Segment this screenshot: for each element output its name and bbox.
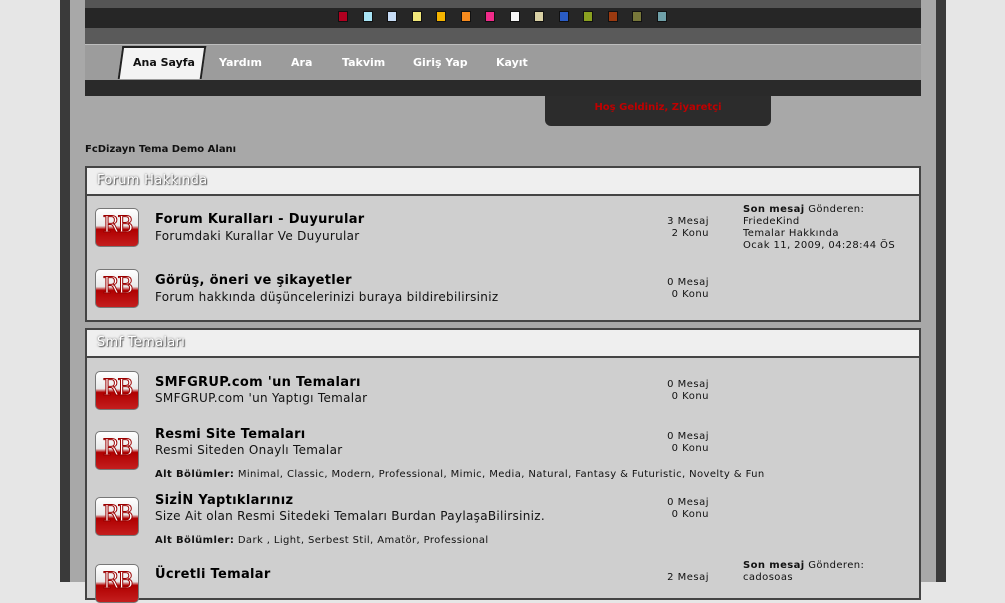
board-stats: 0 Mesaj 0 Konu <box>647 431 709 455</box>
last-post-author[interactable]: FriedeKind <box>743 216 895 228</box>
category-title[interactable]: Smf Temaları <box>97 335 185 350</box>
board-name[interactable]: Görüş, öneri ve şikayetler <box>155 273 352 288</box>
last-post-date: Ocak 11, 2009, 04:28:44 ÖS <box>743 240 896 251</box>
theme-swatch[interactable] <box>534 11 544 22</box>
child-boards: Alt Bölümler: Dark , Light, Serbest Stil… <box>155 535 489 546</box>
theme-swatch[interactable] <box>583 11 593 22</box>
theme-swatch[interactable] <box>509 11 520 22</box>
theme-swatch[interactable] <box>607 11 618 22</box>
board-description: Size Ait olan Resmi Sitedeki Temaları Bu… <box>155 509 545 523</box>
last-post-by: Gönderen: <box>808 560 865 571</box>
board-name[interactable]: Resmi Site Temaları <box>155 427 306 442</box>
theme-swatch[interactable] <box>338 11 348 22</box>
board-description: Forum hakkında düşüncelerinizi buraya bi… <box>155 290 499 304</box>
board-rb-icon[interactable]: RB <box>95 431 139 470</box>
theme-swatch[interactable] <box>436 11 446 22</box>
category-boards: RB Forum Kuralları - Duyurular Forumdaki… <box>85 194 921 322</box>
board-name[interactable]: SizİN Yaptıklarınız <box>155 493 293 508</box>
child-boards-list[interactable]: Minimal, Classic, Modern, Professional, … <box>238 469 765 480</box>
board-stats: 0 Mesaj 0 Konu <box>647 497 709 521</box>
theme-swatch[interactable] <box>485 11 495 22</box>
post-count: 3 Mesaj <box>667 216 709 227</box>
top-strip <box>85 0 921 8</box>
theme-swatch[interactable] <box>411 11 422 22</box>
board-stats: 3 Mesaj 2 Konu <box>647 216 709 240</box>
board-description: SMFGRUP.com 'un Yaptıgı Temalar <box>155 391 368 405</box>
board-rb-icon[interactable]: RB <box>95 269 139 308</box>
nav-underbar <box>85 80 921 96</box>
last-post-by: Gönderen: <box>808 204 865 215</box>
board-rb-icon[interactable]: RB <box>95 371 139 410</box>
board-name[interactable]: SMFGRUP.com 'un Temaları <box>155 375 361 390</box>
nav-help[interactable]: Yardım <box>219 56 262 69</box>
board-description: Forumdaki Kurallar Ve Duyurular <box>155 229 360 243</box>
theme-swatch[interactable] <box>558 11 569 22</box>
last-post: Son mesaj Gönderen: FriedeKind Temalar H… <box>743 204 895 252</box>
topic-count: 0 Konu <box>671 391 709 402</box>
board-name[interactable]: Forum Kuralları - Duyurular <box>155 212 365 227</box>
last-post: Son mesaj Gönderen: cadosoas <box>743 560 864 584</box>
theme-swatch[interactable] <box>460 11 471 22</box>
category-header[interactable]: Smf Temaları <box>85 328 921 358</box>
last-post-topic[interactable]: Temalar Hakkında <box>743 228 895 240</box>
category-title[interactable]: Forum Hakkında <box>97 173 207 188</box>
last-post-label: Son mesaj <box>743 204 805 215</box>
category-boards: RB SMFGRUP.com 'un Temaları SMFGRUP.com … <box>85 356 921 603</box>
nav-search[interactable]: Ara <box>291 56 312 69</box>
child-boards: Alt Bölümler: Minimal, Classic, Modern, … <box>155 469 765 480</box>
topic-count: 0 Konu <box>671 443 709 454</box>
board-stats: 0 Mesaj 0 Konu <box>647 277 709 301</box>
board-name[interactable]: Ücretli Temalar <box>155 567 271 582</box>
welcome-text: Hoş Geldiniz, Ziyaretçi <box>594 102 722 113</box>
category-header[interactable]: Forum Hakkında <box>85 166 921 196</box>
post-count: 0 Mesaj <box>667 277 709 288</box>
theme-swatch[interactable] <box>362 11 373 22</box>
nav-register[interactable]: Kayıt <box>496 56 528 69</box>
board-rb-icon[interactable]: RB <box>95 564 139 603</box>
theme-swatch[interactable] <box>387 11 397 22</box>
board-description: Resmi Siteden Onaylı Temalar <box>155 443 343 457</box>
theme-color-bar <box>85 8 921 28</box>
forum-title[interactable]: FcDizayn Tema Demo Alanı <box>85 144 236 155</box>
nav-login[interactable]: Giriş Yap <box>413 56 468 69</box>
last-post-label: Son mesaj <box>743 560 805 571</box>
theme-swatch[interactable] <box>656 11 667 22</box>
header-band <box>85 28 921 44</box>
child-boards-list[interactable]: Dark , Light, Serbest Stil, Amatör, Prof… <box>238 535 489 546</box>
board-stats: 0 Mesaj 0 Konu <box>647 379 709 403</box>
post-count: 0 Mesaj <box>667 431 709 442</box>
post-count: 0 Mesaj <box>667 497 709 508</box>
board-rb-icon[interactable]: RB <box>95 208 139 247</box>
post-count: 0 Mesaj <box>667 379 709 390</box>
board-rb-icon[interactable]: RB <box>95 497 139 536</box>
board-stats: 2 Mesaj <box>647 572 709 584</box>
nav-home[interactable]: Ana Sayfa <box>133 56 195 69</box>
nav-calendar[interactable]: Takvim <box>342 56 385 69</box>
last-post-author[interactable]: cadosoas <box>743 572 864 584</box>
theme-swatch[interactable] <box>632 11 642 22</box>
child-boards-label: Alt Bölümler: <box>155 469 235 480</box>
topic-count: 0 Konu <box>671 289 709 300</box>
topic-count: 0 Konu <box>671 509 709 520</box>
post-count: 2 Mesaj <box>667 572 709 583</box>
child-boards-label: Alt Bölümler: <box>155 535 235 546</box>
topic-count: 2 Konu <box>671 228 709 239</box>
